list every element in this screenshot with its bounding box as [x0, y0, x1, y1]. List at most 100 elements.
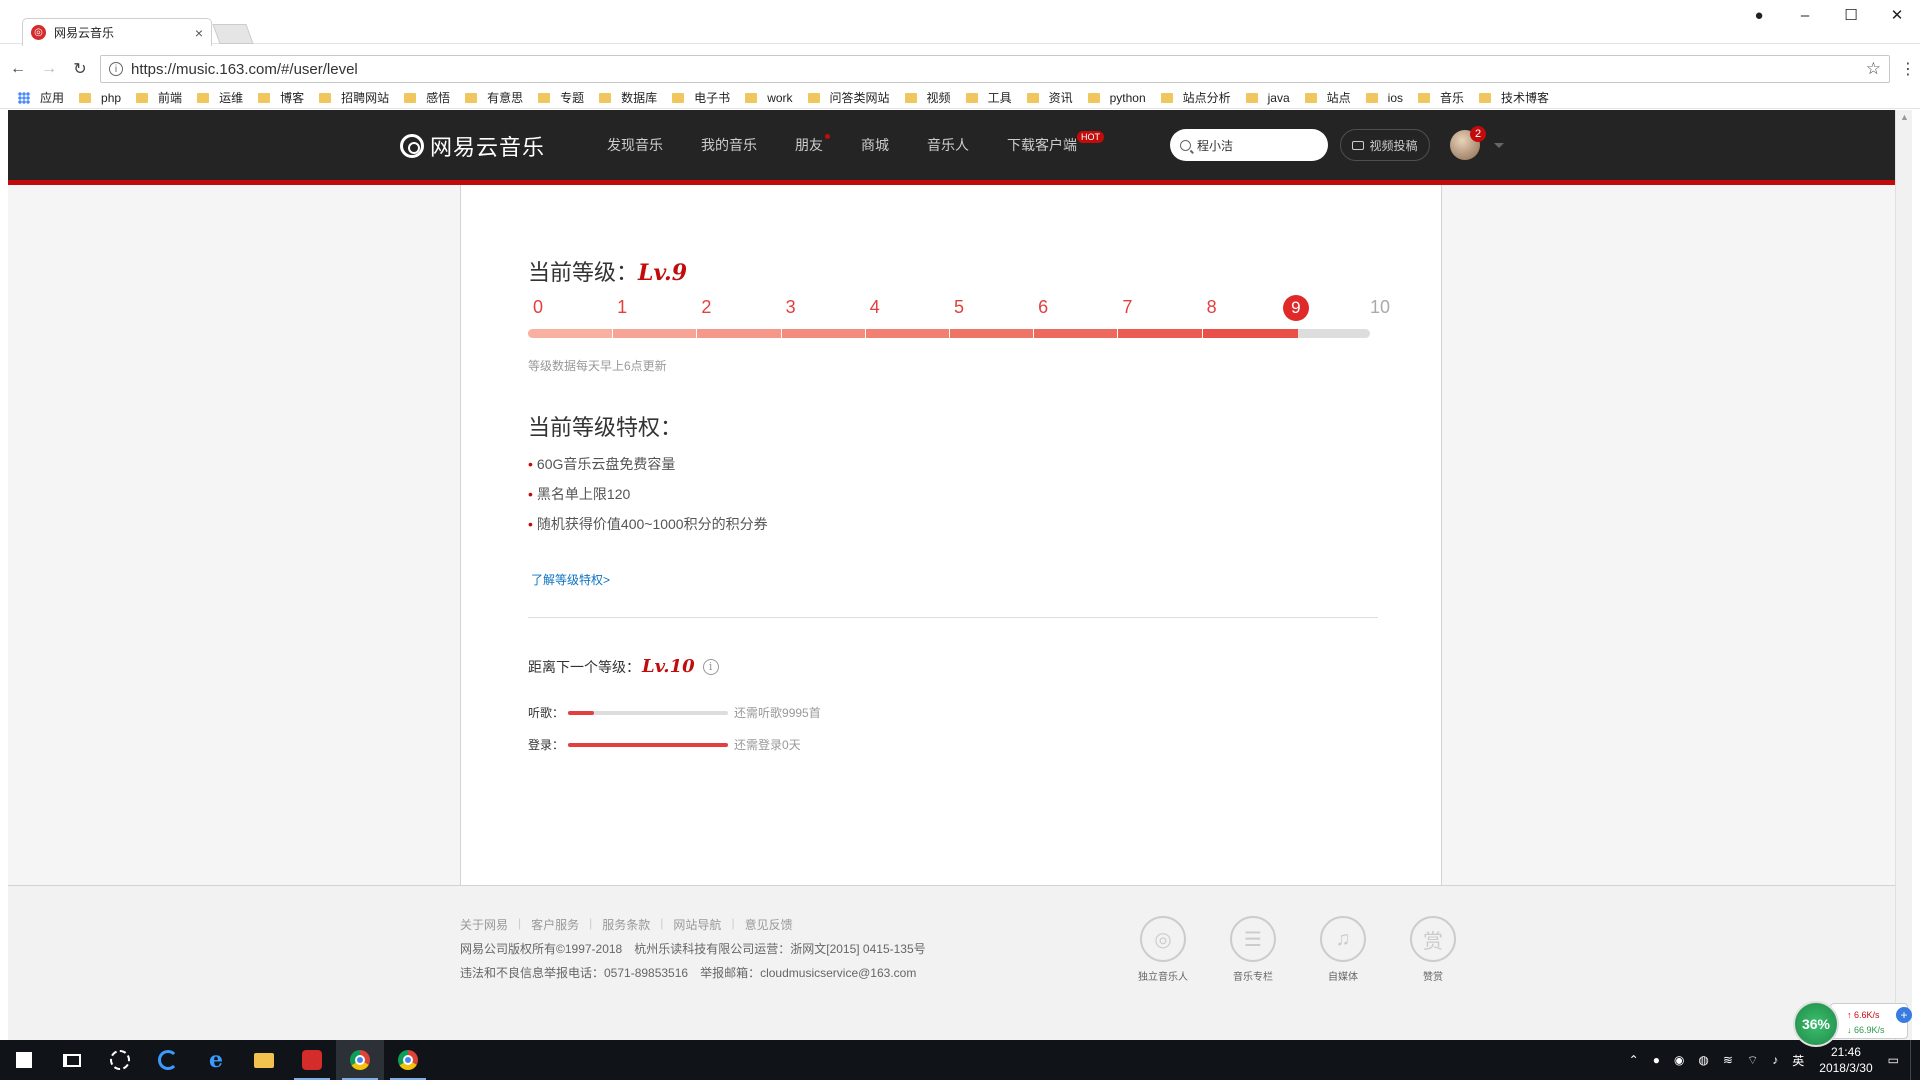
nav-musician[interactable]: 音乐人: [908, 110, 988, 180]
page-scrollbar[interactable]: ▲ ▼: [1895, 110, 1912, 1040]
level-tick-5: 5: [953, 297, 965, 317]
clock[interactable]: 21:46 2018/3/30: [1819, 1044, 1872, 1076]
ime-indicator[interactable]: 英: [1792, 1052, 1804, 1069]
footer-link-terms[interactable]: 服务条款: [602, 916, 650, 933]
footer-link-feedback[interactable]: 意见反馈: [745, 916, 793, 933]
footer-link-service[interactable]: 客户服务: [531, 916, 579, 933]
tab-netease-music[interactable]: ◎ 网易云音乐 ×: [22, 18, 212, 46]
bookmark-item[interactable]: 问答类网站: [807, 89, 890, 106]
folder-icon: [807, 92, 820, 103]
bookmark-item[interactable]: 博客: [258, 89, 304, 106]
volume-icon[interactable]: ♪: [1772, 1053, 1778, 1067]
minimize-button[interactable]: –: [1782, 0, 1828, 30]
next-level-heading: 距离下一个等级： Lv.10 i: [528, 656, 719, 677]
site-logo[interactable]: 网易云音乐: [400, 130, 545, 162]
reward-link[interactable]: 赏赞赏: [1388, 916, 1478, 983]
bookmark-item[interactable]: 专题: [538, 89, 584, 106]
forward-icon[interactable]: →: [36, 60, 62, 78]
back-icon[interactable]: ←: [5, 60, 31, 78]
level-segment-divider: [612, 329, 614, 338]
file-explorer-button[interactable]: [240, 1040, 288, 1080]
task-view-button[interactable]: [48, 1040, 96, 1080]
bookmark-apps[interactable]: 应用: [18, 89, 64, 106]
listen-track: [568, 710, 729, 715]
bookmark-item[interactable]: 招聘网站: [319, 89, 389, 106]
login-label: 登录：: [528, 738, 565, 752]
search-value[interactable]: 程小洁: [1197, 137, 1233, 154]
network-icon[interactable]: ≋: [1723, 1053, 1733, 1067]
bookmark-label: ios: [1387, 90, 1404, 105]
action-center-icon[interactable]: ▭: [1888, 1053, 1899, 1067]
weibo-tray-icon[interactable]: ◍: [1698, 1053, 1708, 1067]
chevron-down-icon[interactable]: [1494, 143, 1504, 148]
bookmark-item[interactable]: 电子书: [672, 89, 730, 106]
bookmark-item[interactable]: 感悟: [404, 89, 450, 106]
bookmark-item[interactable]: 运维: [197, 89, 243, 106]
bookmark-item[interactable]: 有意思: [465, 89, 523, 106]
bookmark-item[interactable]: 数据库: [599, 89, 657, 106]
profile-icon[interactable]: ●: [1736, 0, 1782, 30]
bookmark-item[interactable]: python: [1087, 91, 1146, 105]
site-info-icon[interactable]: i: [109, 62, 123, 76]
bookmark-item[interactable]: 站点分析: [1160, 89, 1231, 106]
bookmark-label: 技术博客: [1501, 91, 1550, 105]
bookmark-item[interactable]: 视频: [904, 89, 951, 106]
netease-music-app-button[interactable]: [288, 1040, 336, 1080]
level-segment-divider: [696, 329, 698, 338]
level-tick-9: 9: [1282, 295, 1309, 321]
netease-tray-icon[interactable]: ◉: [1674, 1053, 1684, 1067]
bookmark-item[interactable]: 资讯: [1026, 89, 1073, 106]
bookmark-item[interactable]: 音乐: [1418, 89, 1464, 106]
bookmark-item[interactable]: 站点: [1304, 89, 1351, 106]
footer-link-sitemap[interactable]: 网站导航: [673, 916, 721, 933]
nav-my-music[interactable]: 我的音乐: [682, 110, 776, 180]
bookmark-item[interactable]: java: [1245, 91, 1290, 105]
indie-musician-link[interactable]: ◎ 独立音乐人: [1118, 916, 1208, 983]
bookmark-item[interactable]: php: [79, 91, 121, 105]
start-button[interactable]: [0, 1040, 48, 1080]
we-media-link[interactable]: ♫ 自媒体: [1298, 916, 1388, 983]
close-window-button[interactable]: ✕: [1874, 0, 1920, 30]
info-icon[interactable]: i: [702, 658, 719, 675]
tray-app-icon[interactable]: ●: [1653, 1053, 1660, 1067]
bookmark-item[interactable]: ios: [1365, 90, 1404, 105]
speed-plus-icon[interactable]: +: [1896, 1007, 1912, 1023]
nav-download-label: 下载客户端: [1007, 137, 1077, 153]
bookmark-item[interactable]: work: [745, 91, 793, 105]
wifi-icon[interactable]: ⌔: [1747, 1053, 1758, 1068]
folder-icon: [745, 92, 758, 103]
chevron-up-icon[interactable]: ⌃: [1629, 1053, 1639, 1067]
bookmark-star-icon[interactable]: ☆: [1866, 59, 1881, 79]
level-tick-0: 0: [532, 297, 544, 317]
reload-icon[interactable]: ↻: [67, 59, 93, 79]
bookmark-item[interactable]: 工具: [965, 89, 1012, 106]
nav-friends[interactable]: 朋友: [776, 110, 842, 180]
chrome-button[interactable]: [336, 1040, 384, 1080]
nav-discover[interactable]: 发现音乐: [588, 110, 682, 180]
learn-privileges-link[interactable]: 了解等级特权>: [531, 571, 610, 588]
url-text[interactable]: https://music.163.com/#/user/level: [131, 61, 358, 78]
bookmark-label: 问答类网站: [829, 91, 890, 105]
music-column-link[interactable]: ☰ 音乐专栏: [1208, 916, 1298, 983]
maximize-button[interactable]: ☐: [1828, 0, 1874, 30]
nav-download[interactable]: 下载客户端 HOT: [988, 110, 1104, 180]
bookmark-item[interactable]: 技术博客: [1479, 89, 1549, 106]
tab-close-icon[interactable]: ×: [195, 25, 203, 41]
browser-menu-icon[interactable]: ⋮: [1900, 59, 1916, 79]
edge-button[interactable]: e: [192, 1040, 240, 1080]
nav-mall[interactable]: 商城: [842, 110, 908, 180]
new-tab-button[interactable]: [212, 24, 254, 44]
bookmark-item[interactable]: 前端: [136, 89, 182, 106]
video-upload-button[interactable]: 视频投稿: [1340, 129, 1430, 161]
task-view-icon: [63, 1053, 81, 1067]
pinwheel-app-button[interactable]: [96, 1040, 144, 1080]
chrome-canary-button[interactable]: [384, 1040, 432, 1080]
column-icon: ☰: [1230, 916, 1276, 962]
search-input[interactable]: 程小洁: [1170, 129, 1328, 161]
show-desktop-button[interactable]: [1910, 1040, 1920, 1080]
ie-button[interactable]: [144, 1040, 192, 1080]
scroll-up-icon[interactable]: ▲: [1900, 112, 1909, 122]
speed-monitor-ball[interactable]: 36%: [1793, 1001, 1839, 1047]
address-bar[interactable]: i https://music.163.com/#/user/level ☆: [100, 55, 1890, 83]
footer-link-about[interactable]: 关于网易: [460, 916, 508, 933]
